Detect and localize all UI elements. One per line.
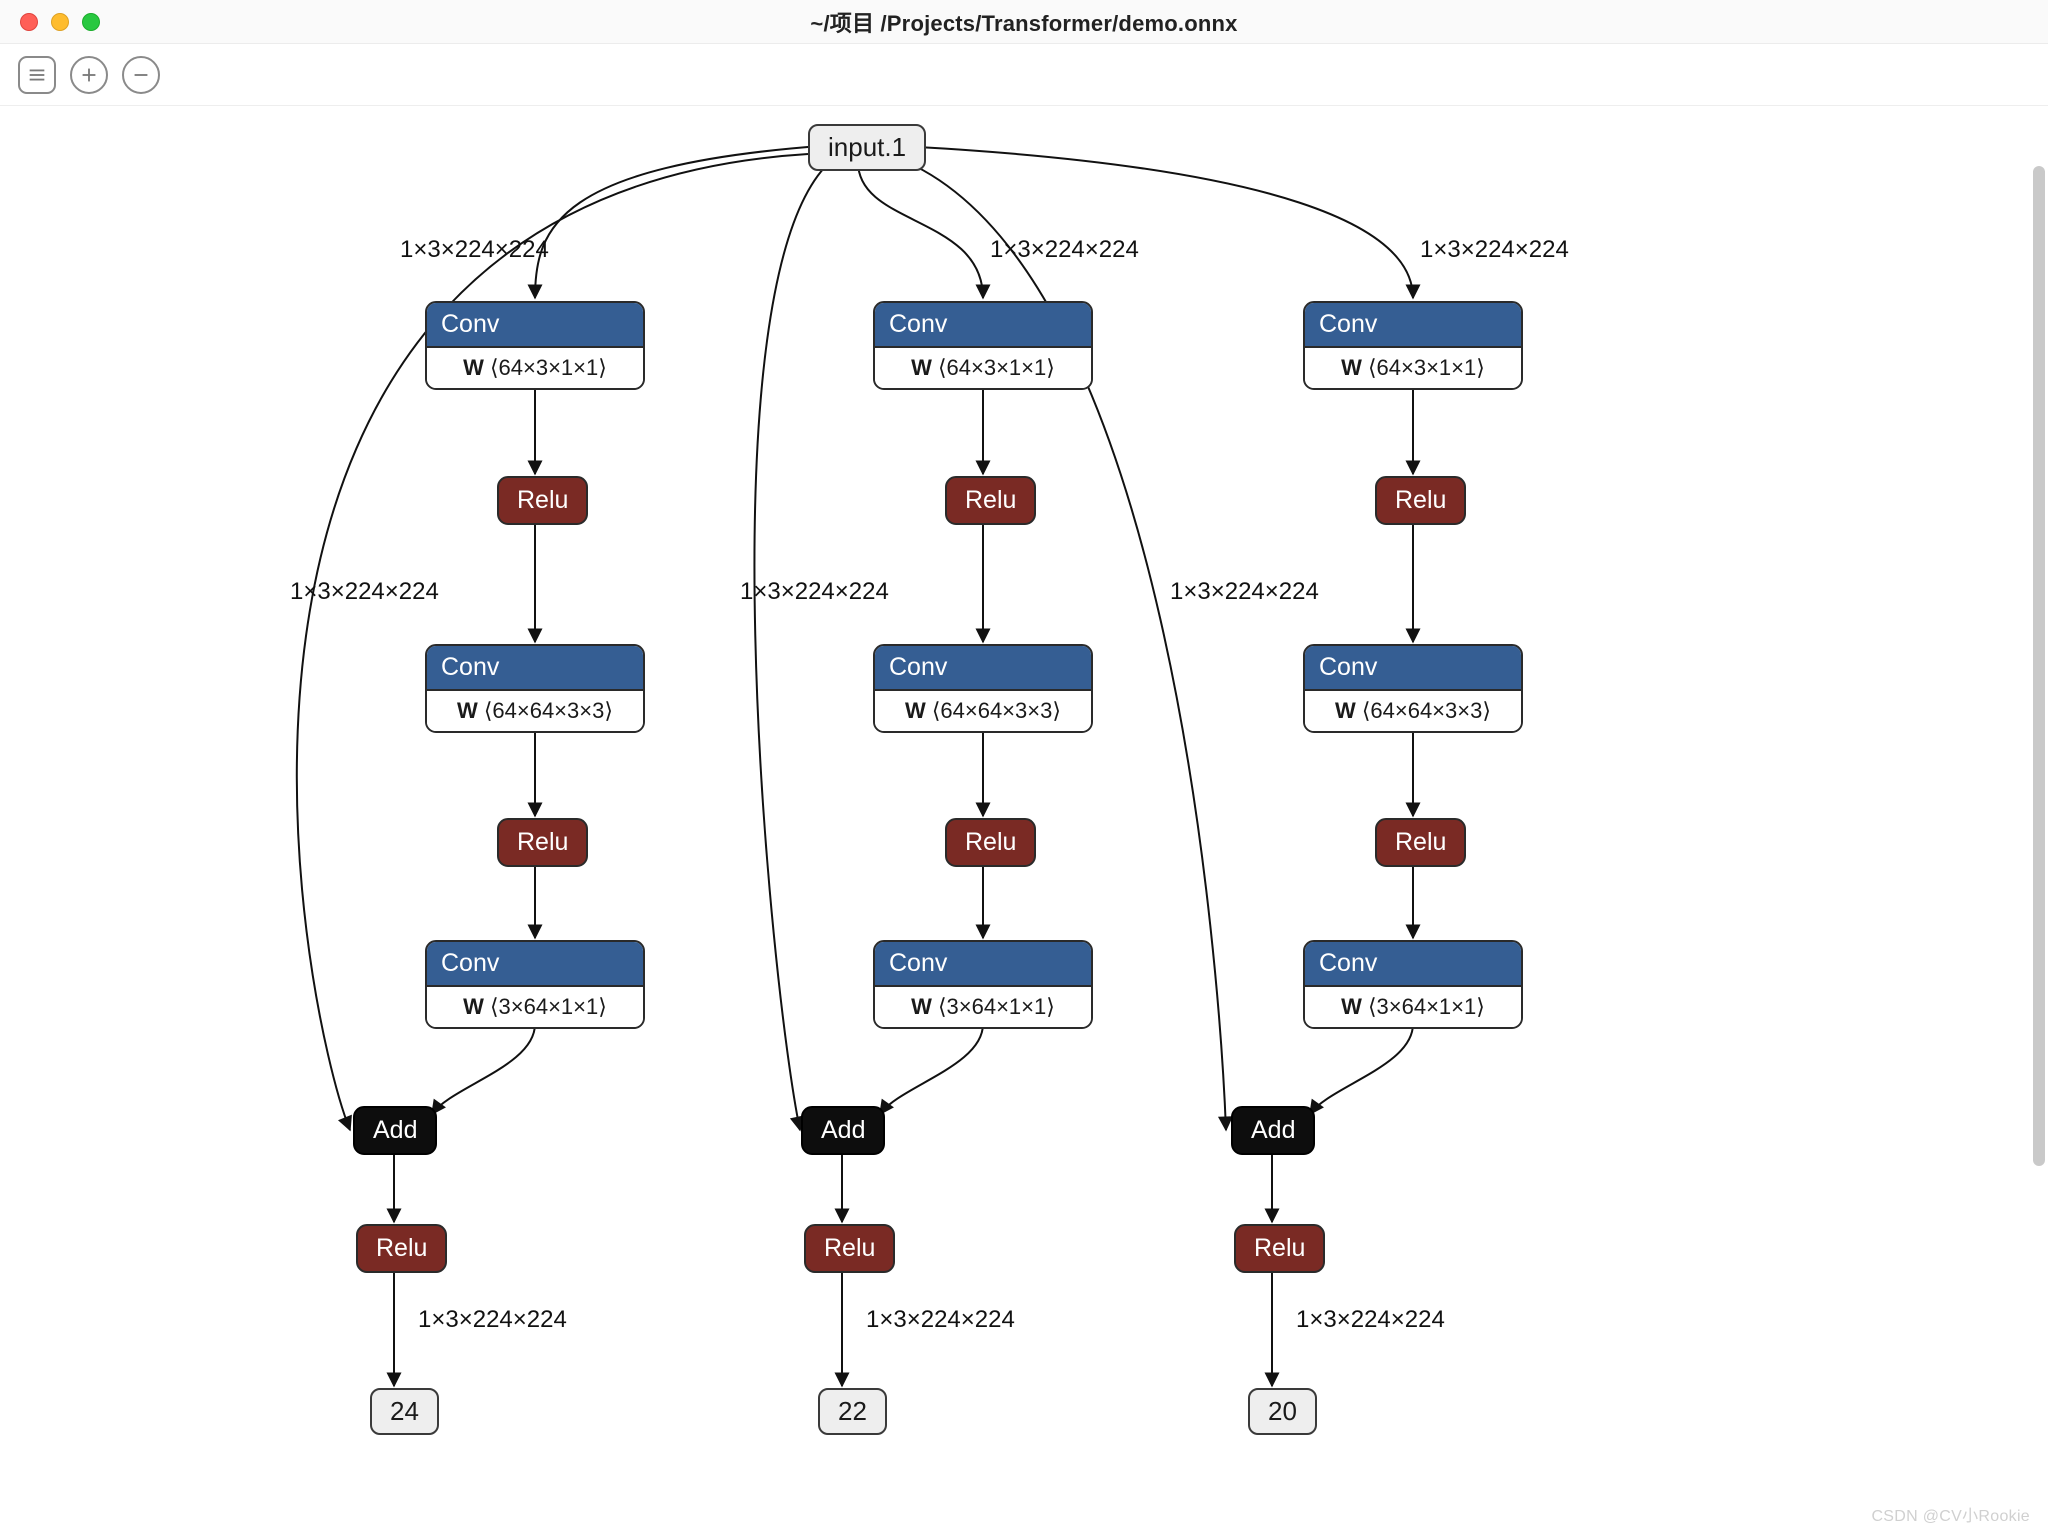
toolbar — [0, 44, 2048, 106]
node-conv[interactable]: Conv W⟨64×3×1×1⟩ — [1303, 301, 1523, 390]
conv-weight: W⟨3×64×1×1⟩ — [427, 987, 643, 1027]
edge-label: 1×3×224×224 — [1170, 578, 1319, 606]
node-relu[interactable]: Relu — [945, 818, 1036, 867]
conv-weight: W⟨64×3×1×1⟩ — [427, 348, 643, 388]
conv-title: Conv — [875, 942, 1091, 987]
edge-label: 1×3×224×224 — [990, 236, 1139, 264]
node-relu[interactable]: Relu — [804, 1224, 895, 1273]
conv-title: Conv — [1305, 942, 1521, 987]
conv-title: Conv — [1305, 646, 1521, 691]
minimize-icon[interactable] — [51, 13, 69, 31]
node-conv[interactable]: Conv W⟨3×64×1×1⟩ — [425, 940, 645, 1029]
minus-icon — [130, 64, 152, 86]
node-relu[interactable]: Relu — [497, 818, 588, 867]
node-relu[interactable]: Relu — [945, 476, 1036, 525]
conv-title: Conv — [875, 646, 1091, 691]
node-relu[interactable]: Relu — [1375, 818, 1466, 867]
watermark: CSDN @CV小Rookie — [1871, 1502, 2030, 1526]
maximize-icon[interactable] — [82, 13, 100, 31]
conv-weight: W⟨64×3×1×1⟩ — [1305, 348, 1521, 388]
scrollbar[interactable] — [2033, 166, 2045, 1166]
node-output[interactable]: 22 — [818, 1388, 887, 1435]
conv-weight: W⟨64×64×3×3⟩ — [427, 691, 643, 731]
edge-label: 1×3×224×224 — [740, 578, 889, 606]
window-title: ~/项目 /Projects/Transformer/demo.onnx — [810, 6, 1237, 38]
edge-label: 1×3×224×224 — [400, 236, 549, 264]
edge-label: 1×3×224×224 — [290, 578, 439, 606]
plus-icon — [78, 64, 100, 86]
edge-label: 1×3×224×224 — [418, 1306, 567, 1334]
node-conv[interactable]: Conv W⟨3×64×1×1⟩ — [873, 940, 1093, 1029]
conv-weight: W⟨3×64×1×1⟩ — [1305, 987, 1521, 1027]
node-add[interactable]: Add — [1231, 1106, 1315, 1155]
node-relu[interactable]: Relu — [497, 476, 588, 525]
menu-button[interactable] — [18, 56, 56, 94]
titlebar: ~/项目 /Projects/Transformer/demo.onnx — [0, 0, 2048, 44]
node-input[interactable]: input.1 — [808, 124, 926, 171]
conv-title: Conv — [1305, 303, 1521, 348]
edge-label: 1×3×224×224 — [1420, 236, 1569, 264]
node-output[interactable]: 24 — [370, 1388, 439, 1435]
node-conv[interactable]: Conv W⟨64×64×3×3⟩ — [1303, 644, 1523, 733]
conv-title: Conv — [875, 303, 1091, 348]
conv-title: Conv — [427, 646, 643, 691]
menu-icon — [26, 64, 48, 86]
edge-label: 1×3×224×224 — [866, 1306, 1015, 1334]
graph-canvas[interactable]: input.1 1×3×224×224 1×3×224×224 1×3×224×… — [0, 106, 2048, 1536]
node-conv[interactable]: Conv W⟨64×64×3×3⟩ — [873, 644, 1093, 733]
conv-weight: W⟨64×64×3×3⟩ — [1305, 691, 1521, 731]
node-relu[interactable]: Relu — [1375, 476, 1466, 525]
conv-weight: W⟨64×64×3×3⟩ — [875, 691, 1091, 731]
node-add[interactable]: Add — [801, 1106, 885, 1155]
conv-weight: W⟨3×64×1×1⟩ — [875, 987, 1091, 1027]
close-icon[interactable] — [20, 13, 38, 31]
node-conv[interactable]: Conv W⟨3×64×1×1⟩ — [1303, 940, 1523, 1029]
conv-title: Conv — [427, 303, 643, 348]
node-conv[interactable]: Conv W⟨64×64×3×3⟩ — [425, 644, 645, 733]
node-input-label: input.1 — [828, 132, 906, 162]
conv-title: Conv — [427, 942, 643, 987]
node-relu[interactable]: Relu — [1234, 1224, 1325, 1273]
app-window: ~/项目 /Projects/Transformer/demo.onnx — [0, 0, 2048, 1536]
edge-label: 1×3×224×224 — [1296, 1306, 1445, 1334]
zoom-out-button[interactable] — [122, 56, 160, 94]
node-add[interactable]: Add — [353, 1106, 437, 1155]
node-conv[interactable]: Conv W⟨64×3×1×1⟩ — [873, 301, 1093, 390]
node-output[interactable]: 20 — [1248, 1388, 1317, 1435]
conv-weight: W⟨64×3×1×1⟩ — [875, 348, 1091, 388]
node-relu[interactable]: Relu — [356, 1224, 447, 1273]
window-controls — [20, 13, 100, 31]
node-conv[interactable]: Conv W⟨64×3×1×1⟩ — [425, 301, 645, 390]
zoom-in-button[interactable] — [70, 56, 108, 94]
